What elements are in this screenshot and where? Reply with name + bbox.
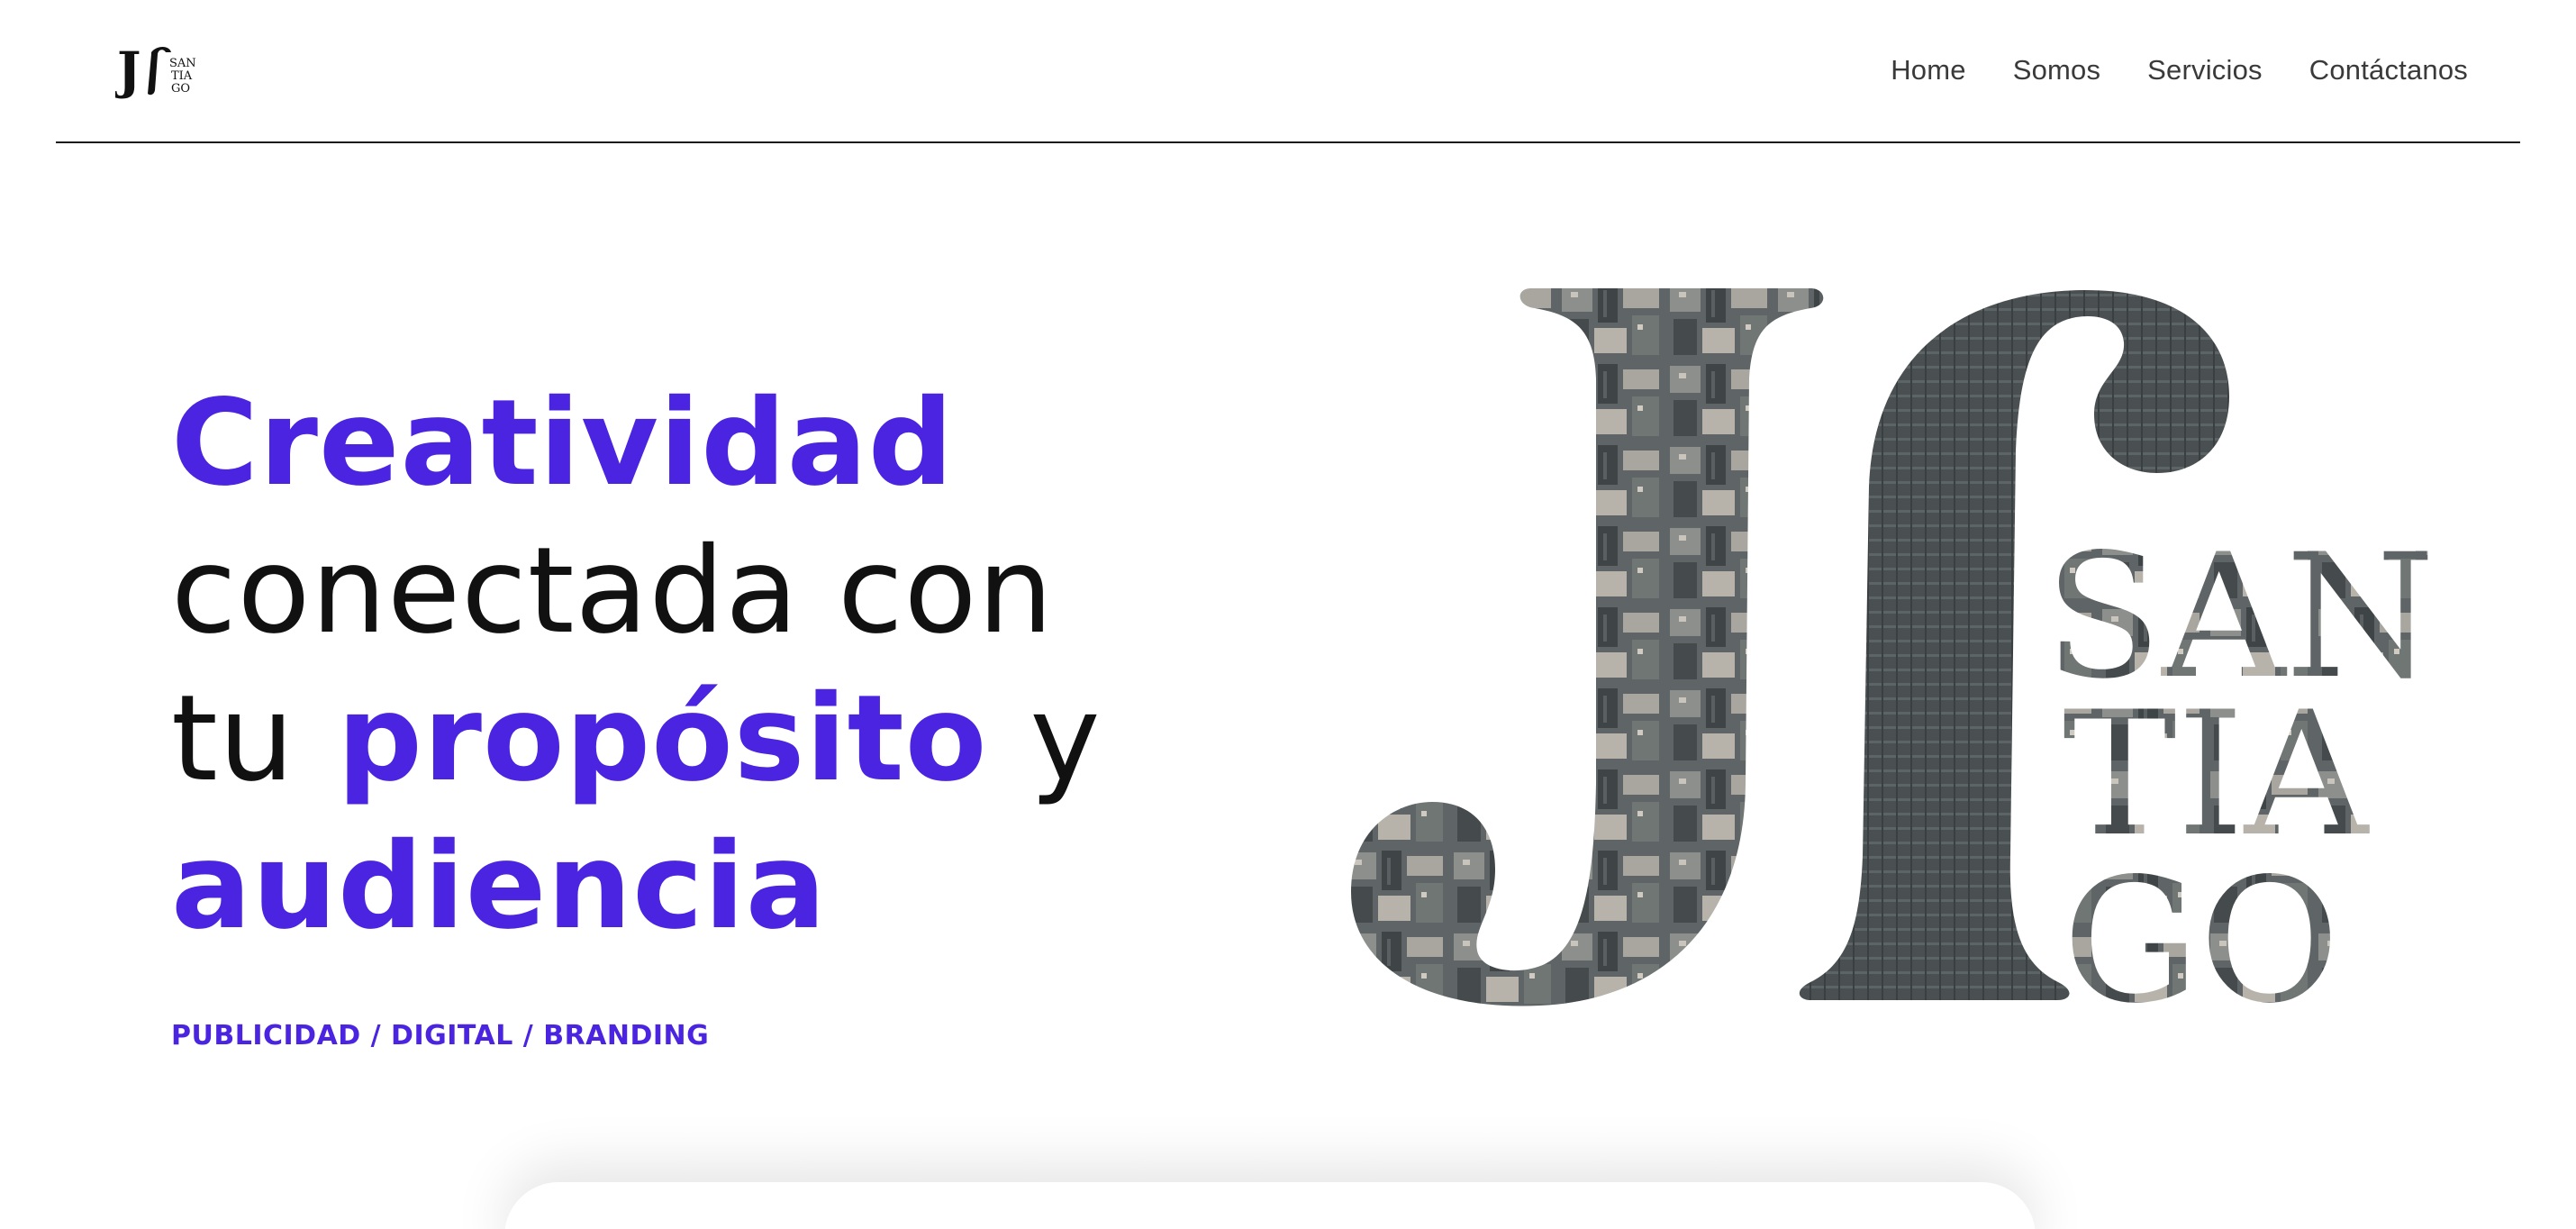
nav-home[interactable]: Home: [1891, 54, 1966, 86]
nav-servicios[interactable]: Servicios: [2147, 54, 2263, 86]
hero-heading: Creatividad conectada con tu propósito y…: [171, 369, 1252, 960]
site-logo[interactable]: J SAN TIA GO: [115, 41, 202, 99]
hero-tagline: PUBLICIDAD / DIGITAL / BRANDING: [171, 1020, 710, 1051]
hero-text-conectada: conectada con: [171, 522, 1055, 660]
next-section-card: [504, 1182, 2036, 1229]
logo-word: SAN: [169, 57, 196, 70]
logo-word: GO: [2063, 842, 2340, 1027]
logo-word: GO: [171, 82, 190, 96]
hero-line-1: Creatividad: [171, 369, 1252, 517]
hero-line-2: conectada con: [171, 517, 1252, 665]
hero-text-tu: tu: [171, 669, 295, 808]
svg-text:J: J: [115, 41, 141, 99]
main-nav: Home Somos Servicios Contáctanos: [1891, 50, 2468, 90]
site-header: J SAN TIA GO Home Somos Servicios Contác…: [0, 0, 2576, 144]
hero-accent-proposito: propósito: [337, 669, 988, 808]
jf-logo-icon: J SAN TIA GO: [115, 41, 196, 99]
hero-text-y: y: [1029, 669, 1102, 808]
nav-somos[interactable]: Somos: [2013, 54, 2100, 86]
header-divider: [56, 141, 2520, 143]
hero-logo-image: SAN TIA GO: [1351, 288, 2435, 1027]
hero-line-3: tu propósito y: [171, 665, 1252, 813]
hero-line-4: audiencia: [171, 813, 1252, 960]
nav-contactanos[interactable]: Contáctanos: [2309, 54, 2468, 86]
logo-word: TIA: [171, 69, 193, 83]
hero-accent-creatividad: Creatividad: [171, 374, 955, 513]
hero-accent-audiencia: audiencia: [171, 817, 827, 956]
